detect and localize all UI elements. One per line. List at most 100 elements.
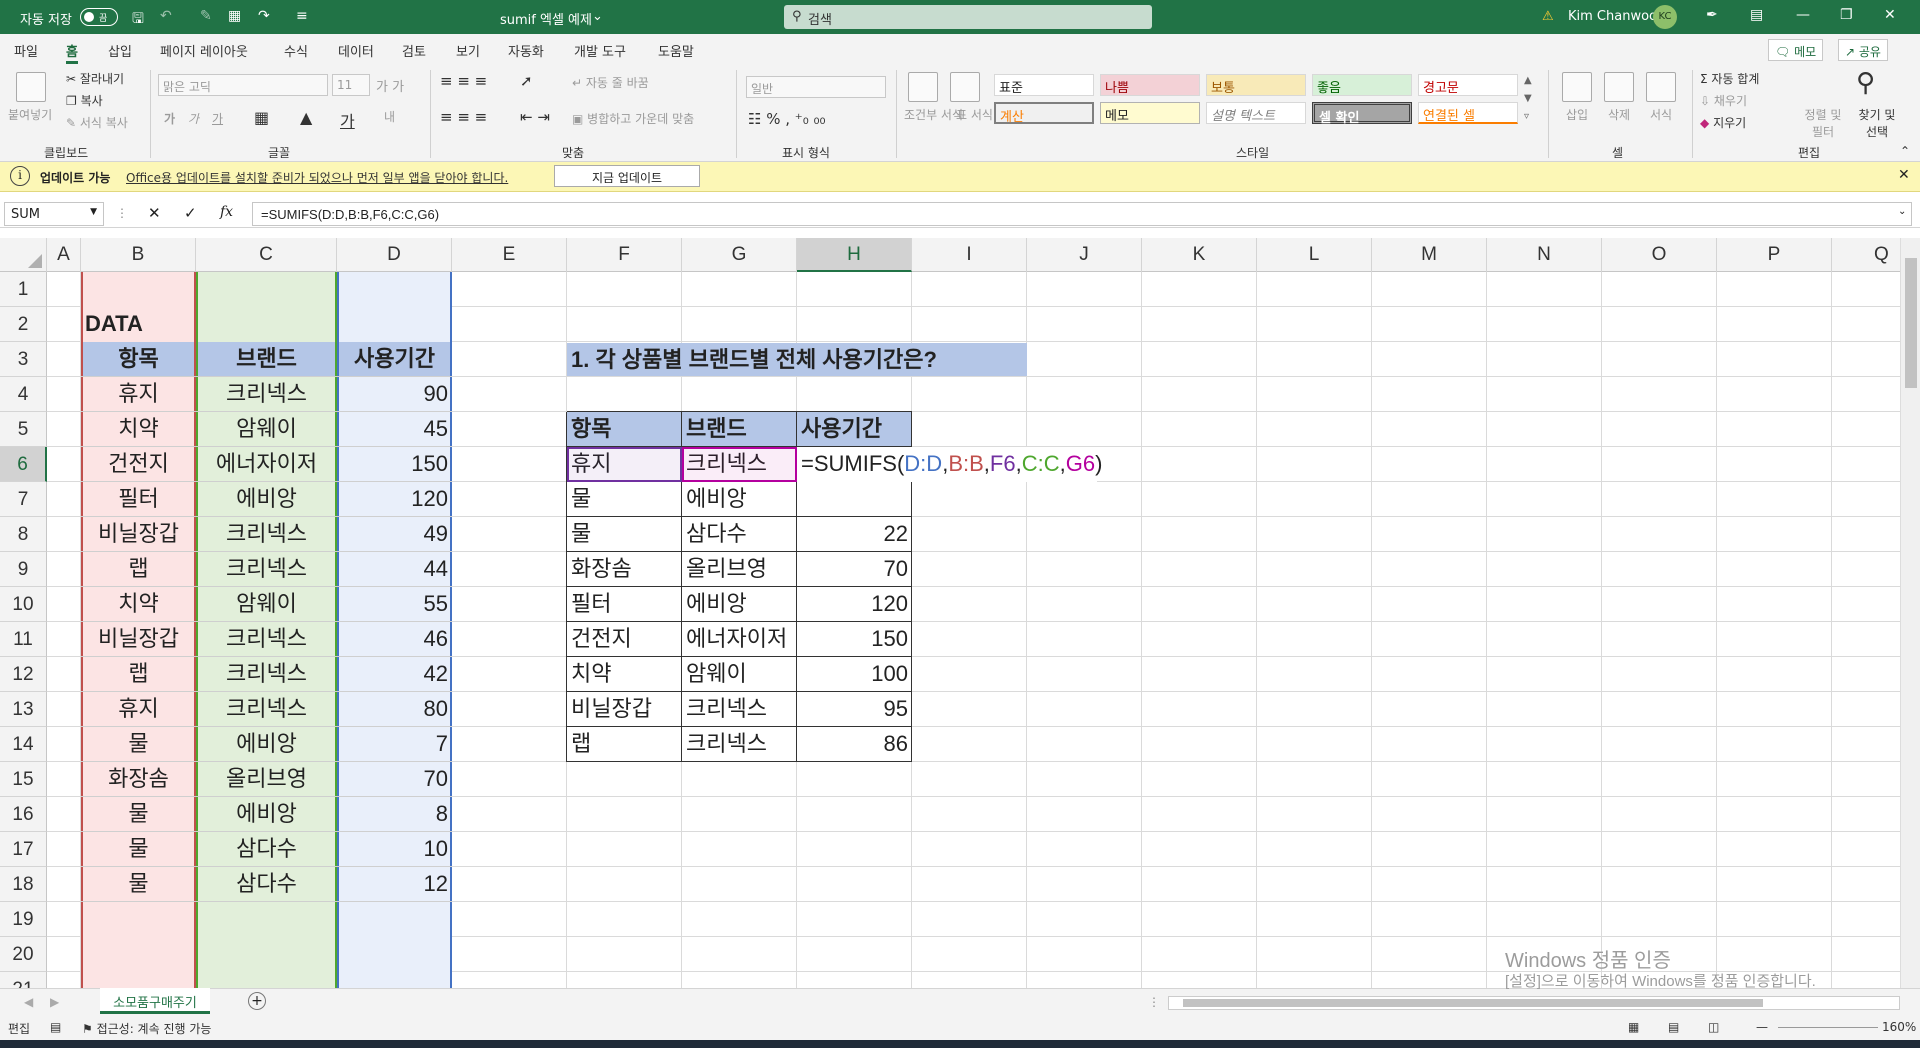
format-cells-icon[interactable] (1646, 72, 1676, 102)
pen-icon[interactable]: ✒ (1706, 7, 1718, 23)
row-header[interactable]: 11 (0, 622, 47, 657)
col-header-i[interactable]: I (912, 238, 1027, 272)
row-header[interactable]: 17 (0, 832, 47, 867)
font-name-dropdown[interactable]: 맑은 고딕 (158, 74, 328, 96)
data-usage-cell[interactable]: 42 (337, 657, 452, 691)
close-icon[interactable]: ✕ (1884, 7, 1896, 23)
align-left-icon[interactable]: ≡ ≡ ≡ (440, 108, 487, 126)
autosum-button[interactable]: Σ 자동 합계 (1700, 70, 1759, 87)
row-header[interactable]: 7 (0, 482, 47, 517)
macro-icon[interactable]: ▤ (50, 1020, 61, 1034)
question-item-cell[interactable]: 화장솜 (567, 552, 682, 586)
insert-function-icon[interactable]: fx (220, 204, 233, 220)
col-header-j[interactable]: J (1027, 238, 1142, 272)
row-header[interactable]: 14 (0, 727, 47, 762)
question-brand-cell[interactable]: 크리넥스 (682, 692, 797, 726)
col-header-q[interactable]: Q (1832, 238, 1900, 272)
question-usage-cell[interactable]: 150 (797, 622, 912, 656)
data-item-cell[interactable]: 물 (81, 727, 196, 761)
row-header[interactable]: 8 (0, 517, 47, 552)
styles-scroll-icon[interactable]: ▲ ▼ ▿ (1524, 72, 1532, 126)
document-title[interactable]: sumif 엑셀 예제 (500, 9, 592, 28)
add-sheet-icon[interactable]: + (248, 992, 266, 1010)
col-header-g[interactable]: G (682, 238, 797, 272)
zoom-slider[interactable] (1778, 1027, 1878, 1028)
question-usage-cell[interactable]: 120 (797, 587, 912, 621)
data-usage-cell[interactable]: 80 (337, 692, 452, 726)
question-usage-cell[interactable]: 22 (797, 517, 912, 551)
row-header[interactable]: 15 (0, 762, 47, 797)
style-bad[interactable]: 나쁨 (1100, 74, 1200, 96)
page-break-view-icon[interactable]: ◫ (1708, 1020, 1719, 1034)
user-name[interactable]: Kim Chanwoo (1568, 9, 1657, 24)
col-header-f[interactable]: F (567, 238, 682, 272)
next-sheet-icon[interactable]: ▶ (50, 995, 59, 1009)
row-header[interactable]: 6 (0, 447, 47, 482)
clear-button[interactable]: ◆ 지우기 (1700, 114, 1746, 131)
data-brand-cell[interactable]: 삼다수 (196, 867, 337, 901)
col-header-m[interactable]: M (1372, 238, 1487, 272)
col-header-l[interactable]: L (1257, 238, 1372, 272)
formula-input[interactable]: =SUMIFS(D:D,B:B,F6,C:C,G6) (252, 202, 1912, 226)
save-icon[interactable]: 🖫 (132, 8, 144, 32)
restore-icon[interactable]: ❐ (1840, 7, 1853, 23)
question-brand-cell[interactable]: 삼다수 (682, 517, 797, 551)
data-brand-cell[interactable]: 크리넥스 (196, 622, 337, 656)
data-usage-cell[interactable]: 90 (337, 377, 452, 411)
indent-icon[interactable]: ⇤ ⇥ (520, 108, 550, 126)
collapse-ribbon-icon[interactable]: ⌃ (1900, 144, 1910, 158)
borders-icon[interactable]: ▦ (254, 108, 269, 127)
question-brand-cell[interactable]: 에너자이저 (682, 622, 797, 656)
col-header-c[interactable]: C (196, 238, 337, 272)
insert-cells-icon[interactable] (1562, 72, 1592, 102)
data-item-cell[interactable]: 물 (81, 867, 196, 901)
brush-icon[interactable]: ✎ (200, 8, 212, 24)
data-brand-cell[interactable]: 암웨이 (196, 412, 337, 446)
tab-developer[interactable]: 개발 도구 (574, 41, 626, 60)
active-cell-editor[interactable]: =SUMIFS(D:D,B:B,F6,C:C,G6) (797, 447, 1102, 482)
data-usage-cell[interactable]: 10 (337, 832, 452, 866)
row-header[interactable]: 18 (0, 867, 47, 902)
row-header[interactable]: 21 (0, 972, 47, 988)
row-header[interactable]: 2 (0, 307, 47, 342)
select-all-corner[interactable] (0, 238, 47, 272)
data-usage-cell[interactable]: 7 (337, 727, 452, 761)
col-header-k[interactable]: K (1142, 238, 1257, 272)
vertical-scrollbar[interactable] (1900, 238, 1920, 988)
wrap-text-button[interactable]: ↵ 자동 줄 바꿈 (572, 74, 649, 91)
memo-button[interactable]: 🗨 메모 (1768, 39, 1824, 61)
question-brand-cell[interactable]: 크리넥스 (682, 727, 797, 761)
col-header-p[interactable]: P (1717, 238, 1832, 272)
bold-icon[interactable]: 가 (164, 110, 175, 127)
style-normal[interactable]: 표준 (994, 74, 1094, 96)
tab-automate[interactable]: 자동화 (508, 41, 544, 60)
question-usage-cell[interactable]: 100 (797, 657, 912, 691)
column-header-cell[interactable]: 사용기간 (339, 342, 450, 376)
cut-button[interactable]: ✂ 잘라내기 (66, 70, 124, 87)
data-usage-cell[interactable]: 120 (337, 482, 452, 516)
data-item-cell[interactable]: 랩 (81, 657, 196, 691)
row-header[interactable]: 13 (0, 692, 47, 727)
row-header[interactable]: 20 (0, 937, 47, 972)
tab-data[interactable]: 데이터 (338, 41, 374, 60)
data-usage-cell[interactable]: 150 (337, 447, 452, 481)
zoom-level[interactable]: 160% (1882, 1020, 1916, 1034)
question-header-cell[interactable]: 브랜드 (682, 412, 797, 447)
data-item-cell[interactable]: 물 (81, 832, 196, 866)
data-usage-cell[interactable]: 45 (337, 412, 452, 446)
data-item-cell[interactable]: 비닐장갑 (81, 517, 196, 551)
data-item-cell[interactable]: 화장솜 (81, 762, 196, 796)
style-explanatory[interactable]: 설명 텍스트 (1206, 102, 1306, 124)
data-brand-cell[interactable]: 에비앙 (196, 482, 337, 516)
style-note[interactable]: 메모 (1100, 102, 1200, 124)
fill-button[interactable]: ⇩ 채우기 (1700, 92, 1747, 109)
data-item-cell[interactable]: 물 (81, 797, 196, 831)
fill-color-icon[interactable]: ▲ (300, 108, 312, 127)
italic-icon[interactable]: 가 (188, 110, 199, 127)
data-usage-cell[interactable]: 55 (337, 587, 452, 621)
data-usage-cell[interactable]: 49 (337, 517, 452, 551)
close-icon[interactable]: ✕ (1898, 167, 1910, 183)
enter-icon[interactable]: ✓ (184, 204, 197, 222)
data-item-cell[interactable]: 랩 (81, 552, 196, 586)
question-item-cell[interactable]: 비닐장갑 (567, 692, 682, 726)
